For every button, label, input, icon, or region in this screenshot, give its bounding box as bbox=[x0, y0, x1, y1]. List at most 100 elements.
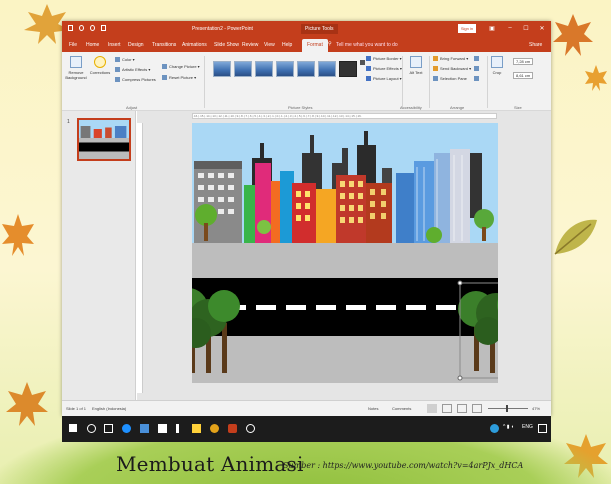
picture-style-1[interactable] bbox=[213, 61, 231, 77]
notes-button[interactable]: Notes bbox=[368, 406, 378, 411]
edge-icon[interactable] bbox=[122, 424, 131, 433]
video-caption-title: Membuat Animasi bbox=[116, 452, 304, 476]
group-separator bbox=[402, 56, 403, 108]
selection-pane-button[interactable]: Selection Pane bbox=[433, 76, 467, 81]
height-field[interactable]: 7,28 cm bbox=[513, 58, 533, 65]
slide-canvas[interactable] bbox=[150, 123, 545, 383]
zoom-level[interactable]: 47% bbox=[532, 406, 540, 411]
sun-icon bbox=[94, 56, 106, 68]
quick-access-toolbar bbox=[68, 25, 106, 31]
gallery-more-icon bbox=[360, 60, 365, 65]
search-icon[interactable] bbox=[87, 424, 96, 433]
slide-count: Slide 1 of 1 bbox=[66, 406, 87, 411]
save-icon[interactable] bbox=[68, 25, 73, 31]
start-from-beginning-icon[interactable] bbox=[101, 25, 106, 31]
vertical-ruler bbox=[137, 123, 143, 393]
tab-review[interactable]: Review bbox=[242, 42, 258, 48]
slide-number: 1 bbox=[67, 119, 70, 125]
horizontal-ruler: ·16·|·15·|·14·|·13·|·12·|·11·|·10·|·9·|·… bbox=[192, 113, 497, 119]
tab-home[interactable]: Home bbox=[86, 42, 99, 48]
store-icon[interactable] bbox=[158, 424, 167, 433]
crop-button[interactable]: Crop bbox=[488, 56, 506, 75]
picture-style-5[interactable] bbox=[297, 61, 315, 77]
system-tray-icons[interactable]: ^ ▮ ◖ bbox=[503, 424, 514, 430]
tab-help[interactable]: Help bbox=[282, 42, 292, 48]
notification-app-icon[interactable] bbox=[490, 424, 499, 433]
settings-icon[interactable] bbox=[246, 424, 255, 433]
alt-text-icon bbox=[410, 56, 422, 68]
zoom-slider-thumb[interactable] bbox=[506, 405, 508, 412]
slide-thumbnail[interactable] bbox=[77, 118, 131, 161]
send-backward-icon bbox=[433, 66, 438, 71]
tab-slide-show[interactable]: Slide Show bbox=[214, 42, 239, 48]
color-button[interactable]: Color ▾ bbox=[115, 57, 135, 62]
picture-border-button[interactable]: Picture Border ▾ bbox=[366, 56, 402, 61]
comments-button[interactable]: Comments bbox=[392, 406, 411, 411]
tell-me-search[interactable]: Tell me what you want to do bbox=[336, 42, 398, 48]
bring-forward-button[interactable]: Bring Forward ▾ bbox=[433, 56, 468, 61]
input-language[interactable]: ENG bbox=[522, 424, 533, 430]
width-field[interactable]: 8,61 cm bbox=[513, 72, 533, 79]
accessibility-group-label: Accessibility bbox=[400, 105, 422, 110]
tab-file[interactable]: File bbox=[69, 42, 77, 48]
leaf-decoration-right-green bbox=[554, 219, 597, 255]
maple-leaf-decoration-left bbox=[2, 214, 34, 256]
remove-background-button[interactable]: Remove Background bbox=[65, 56, 87, 80]
tab-transitions[interactable]: Transitions bbox=[152, 42, 176, 48]
change-picture-button[interactable]: Change Picture ▾ bbox=[162, 64, 200, 69]
task-view-icon[interactable] bbox=[104, 424, 113, 433]
compress-pictures-button[interactable]: Compress Pictures bbox=[115, 77, 156, 82]
ribbon-display-options-icon[interactable]: ▣ bbox=[487, 25, 497, 32]
sign-in-button[interactable]: Sign in bbox=[458, 24, 476, 33]
powerpoint-window: Presentation2 - PowerPoint Picture Tools… bbox=[62, 21, 551, 416]
picture-style-6[interactable] bbox=[318, 61, 336, 77]
normal-view-icon[interactable] bbox=[427, 404, 437, 413]
windows-start-icon[interactable] bbox=[69, 424, 77, 432]
send-backward-button[interactable]: Send Backward ▾ bbox=[433, 66, 471, 71]
compress-icon bbox=[115, 77, 120, 82]
group-separator bbox=[204, 56, 205, 108]
language-indicator[interactable]: English (Indonesia) bbox=[92, 406, 126, 411]
reset-picture-icon bbox=[162, 75, 167, 80]
picture-layout-icon bbox=[366, 76, 371, 81]
picture-style-3[interactable] bbox=[255, 61, 273, 77]
picture-styles-more-icon[interactable] bbox=[360, 60, 365, 65]
minimize-icon[interactable]: – bbox=[505, 25, 515, 31]
rotate-icon[interactable] bbox=[474, 76, 479, 81]
picture-style-2[interactable] bbox=[234, 61, 252, 77]
size-group-label: Size bbox=[514, 105, 522, 110]
picture-layout-button[interactable]: Picture Layout ▾ bbox=[366, 76, 402, 81]
redo-icon[interactable] bbox=[90, 25, 95, 31]
chrome-icon[interactable] bbox=[210, 424, 219, 433]
file-explorer-icon[interactable] bbox=[192, 424, 201, 433]
alt-text-button[interactable]: Alt Text bbox=[405, 56, 427, 75]
slide-sorter-icon[interactable] bbox=[442, 404, 452, 413]
group-icon[interactable] bbox=[474, 66, 479, 71]
slide-show-icon[interactable] bbox=[472, 404, 482, 413]
tab-format[interactable]: Format bbox=[302, 39, 328, 52]
share-button[interactable]: Share bbox=[529, 42, 542, 48]
reset-picture-button[interactable]: Reset Picture ▾ bbox=[162, 75, 196, 80]
app-icon[interactable] bbox=[176, 424, 179, 433]
title-bar: Presentation2 - PowerPoint Picture Tools… bbox=[62, 21, 551, 37]
mail-icon[interactable] bbox=[140, 424, 149, 433]
tab-animations[interactable]: Animations bbox=[182, 42, 207, 48]
picture-effects-button[interactable]: Picture Effects ▾ bbox=[366, 66, 402, 71]
corrections-button[interactable]: Corrections bbox=[89, 56, 111, 75]
picture-style-4[interactable] bbox=[276, 61, 294, 77]
tab-insert[interactable]: Insert bbox=[108, 42, 121, 48]
maximize-icon[interactable]: ☐ bbox=[521, 25, 531, 32]
tab-view[interactable]: View bbox=[264, 42, 275, 48]
powerpoint-taskbar-icon[interactable] bbox=[228, 424, 237, 433]
window-title: Presentation2 - PowerPoint bbox=[192, 26, 253, 32]
picture-style-7[interactable] bbox=[339, 61, 357, 77]
reading-view-icon[interactable] bbox=[457, 404, 467, 413]
tab-design[interactable]: Design bbox=[128, 42, 144, 48]
artistic-effects-button[interactable]: Artistic Effects ▾ bbox=[115, 67, 150, 72]
zoom-slider[interactable] bbox=[488, 408, 528, 409]
crop-icon bbox=[491, 56, 503, 68]
align-icon[interactable] bbox=[474, 56, 479, 61]
close-icon[interactable]: ✕ bbox=[537, 25, 547, 32]
action-center-icon[interactable] bbox=[538, 424, 547, 433]
undo-icon[interactable] bbox=[79, 25, 84, 31]
